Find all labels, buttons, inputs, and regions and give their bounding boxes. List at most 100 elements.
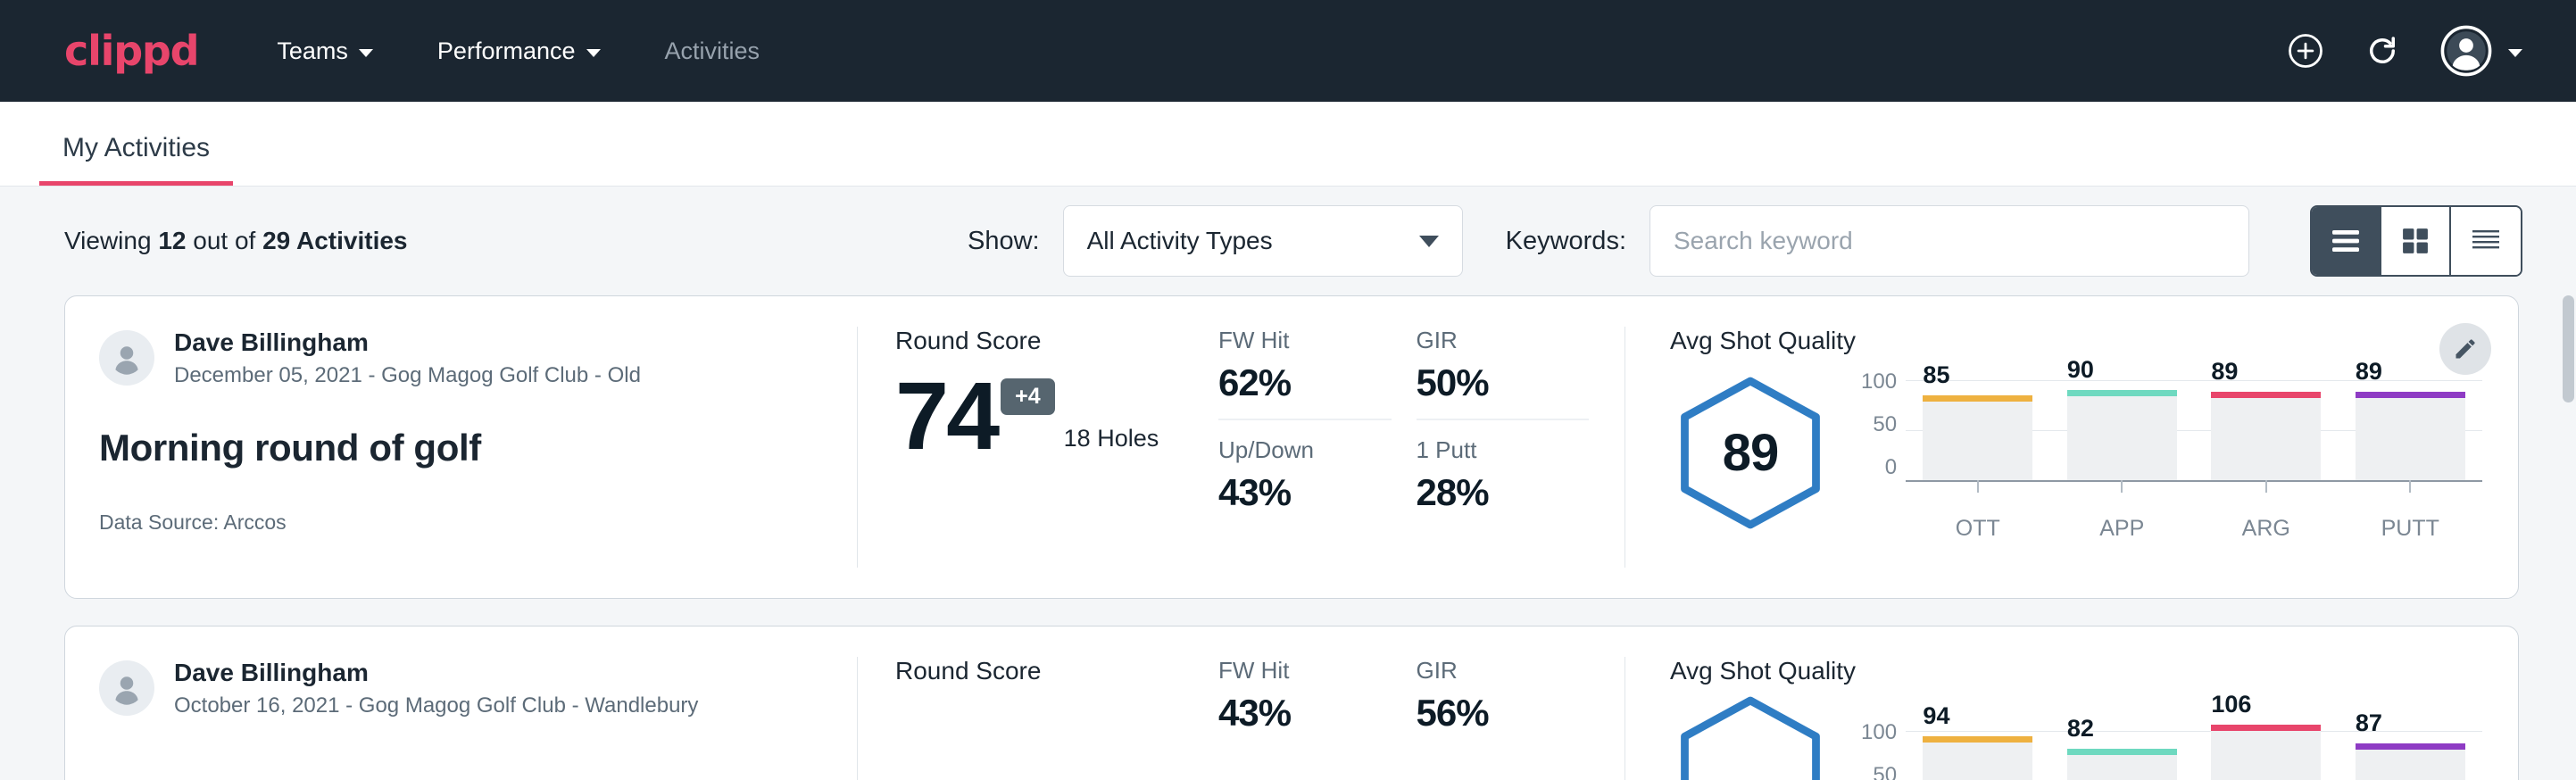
bar-ott-value: 85: [1923, 361, 1949, 389]
show-label: Show:: [968, 227, 1040, 256]
round-score-label: Round Score: [895, 327, 1197, 355]
tab-my-activities[interactable]: My Activities: [39, 133, 233, 186]
user-menu-button[interactable]: [2440, 25, 2522, 77]
viewing-total: 29 Activities: [262, 227, 407, 254]
stat-up-down: Up/Down 43%: [1218, 436, 1392, 528]
activity-person-name: Dave Billingham: [174, 327, 641, 358]
view-mode-compact-button[interactable]: [2451, 207, 2521, 275]
round-score-column: Round Score: [858, 657, 1215, 780]
stat-gir-value: 56%: [1417, 692, 1590, 734]
vertical-scrollbar[interactable]: [2561, 295, 2576, 780]
round-stats-grid: FW Hit 43% GIR 56%: [1218, 657, 1589, 749]
bar-arg-cap: [2211, 392, 2321, 398]
bar-ott-cap: [1923, 395, 2032, 402]
shot-quality-hexagon: 89: [1670, 375, 1831, 531]
chart-y-axis: 100 50 0: [1861, 369, 1906, 480]
bar-putt: 87: [2339, 720, 2482, 780]
shot-quality-chart: 100 50 0 94: [1861, 720, 2482, 780]
search-input[interactable]: [1649, 205, 2249, 277]
round-score-label: Round Score: [895, 657, 1197, 685]
chevron-down-icon: [2508, 49, 2522, 57]
stat-fw-hit-value: 43%: [1218, 692, 1392, 734]
viewing-summary: Viewing 12 out of 29 Activities: [64, 227, 408, 255]
shot-quality-chart: 100 50 0 85: [1861, 369, 2482, 542]
scrollbar-thumb[interactable]: [2563, 295, 2574, 402]
bar-arg: 89: [2194, 369, 2338, 480]
activity-type-select[interactable]: All Activity Types: [1063, 205, 1463, 277]
shot-quality-label: Avg Shot Quality: [1670, 657, 2482, 685]
view-mode-grid-button[interactable]: [2381, 207, 2451, 275]
nav-item-activities[interactable]: Activities: [658, 29, 768, 74]
x-label-putt: PUTT: [2339, 516, 2482, 542]
activity-person-meta: October 16, 2021 - Gog Magog Golf Club -…: [174, 692, 698, 719]
list-view-icon: [2330, 228, 2362, 254]
chevron-down-icon: [586, 49, 601, 57]
tick-app: [2121, 480, 2123, 493]
chart-y-axis: 100 50 0: [1861, 720, 1906, 780]
stat-gir: GIR 56%: [1417, 657, 1590, 749]
nav-item-performance[interactable]: Performance: [430, 29, 608, 74]
refresh-icon: [2364, 32, 2401, 70]
stat-fw-hit-value: 62%: [1218, 361, 1392, 404]
y-tick-50: 50: [1861, 412, 1897, 437]
activity-person-meta: December 05, 2021 - Gog Magog Golf Club …: [174, 361, 641, 389]
bar-app-cap: [2067, 749, 2177, 755]
shot-quality-body: 89 100 50 0: [1670, 364, 2482, 542]
view-mode-list-button[interactable]: [2312, 207, 2381, 275]
x-label-ott: OTT: [1906, 516, 2049, 542]
chart-bars: 94 82: [1906, 720, 2482, 780]
chart-x-labels: OTT APP ARG PUTT: [1906, 516, 2482, 542]
stat-fw-hit: FW Hit 43%: [1218, 657, 1392, 749]
bar-putt-cap: [2356, 743, 2465, 750]
activity-person: Dave Billingham October 16, 2021 - Gog M…: [99, 657, 827, 719]
stat-gir-label: GIR: [1417, 327, 1590, 354]
activity-person-name: Dave Billingham: [174, 657, 698, 688]
stat-fw-hit-label: FW Hit: [1218, 657, 1392, 685]
tick-ott: [1977, 480, 1979, 493]
stat-up-down-label: Up/Down: [1218, 436, 1392, 464]
app-logo[interactable]: clippd: [64, 27, 198, 75]
round-stats-column: FW Hit 62% GIR 50% Up/Down 43% 1 Putt 28…: [1215, 327, 1625, 568]
tick-arg: [2265, 480, 2267, 493]
activity-card[interactable]: Dave Billingham October 16, 2021 - Gog M…: [64, 626, 2519, 780]
viewing-prefix: Viewing: [64, 227, 158, 254]
user-avatar-icon: [2440, 25, 2492, 77]
stat-gir-value: 50%: [1417, 361, 1590, 404]
avatar: [99, 330, 154, 386]
bar-putt: 89: [2339, 369, 2482, 480]
bar-app-cap: [2067, 390, 2177, 396]
bar-putt-value: 87: [2356, 709, 2382, 737]
bar-app-value: 82: [2067, 715, 2094, 743]
viewing-mid: out of: [186, 227, 262, 254]
chevron-down-icon: [1419, 236, 1439, 247]
activity-title: Morning round of golf: [99, 427, 827, 469]
user-avatar-icon: [107, 668, 146, 708]
bar-ott-cap: [1923, 736, 2032, 743]
stat-one-putt-value: 28%: [1417, 471, 1590, 514]
nav-item-teams[interactable]: Teams: [270, 29, 380, 74]
activity-list-scroll-area[interactable]: Dave Billingham December 05, 2021 - Gog …: [0, 295, 2576, 780]
round-score-to-par-badge: +4: [1001, 378, 1055, 415]
bar-arg-cap: [2211, 725, 2321, 731]
filter-toolbar: Viewing 12 out of 29 Activities Show: Al…: [0, 187, 2576, 295]
x-label-arg: ARG: [2194, 516, 2338, 542]
refresh-button[interactable]: [2364, 32, 2401, 70]
stat-one-putt: 1 Putt 28%: [1417, 436, 1590, 528]
nav-item-performance-label: Performance: [437, 37, 576, 65]
add-activity-button[interactable]: [2287, 32, 2324, 70]
grid-view-icon: [2400, 226, 2431, 256]
shot-quality-label: Avg Shot Quality: [1670, 327, 2482, 355]
stat-gir-label: GIR: [1417, 657, 1590, 685]
y-tick-100: 100: [1861, 720, 1897, 745]
tick-putt: [2409, 480, 2411, 493]
user-avatar-icon: [107, 338, 146, 378]
tab-my-activities-label: My Activities: [62, 133, 210, 162]
shot-quality-column: Avg Shot Quality 89 100 50 0: [1625, 327, 2518, 568]
chevron-down-icon: [359, 49, 373, 57]
chart-bars: 85 90: [1906, 369, 2482, 480]
shot-quality-column: Avg Shot Quality 100 50 0: [1625, 657, 2518, 780]
activity-info-column: Dave Billingham October 16, 2021 - Gog M…: [65, 657, 858, 780]
top-navigation-bar: clippd Teams Performance Activities: [0, 0, 2576, 102]
edit-activity-button[interactable]: [2439, 323, 2491, 375]
activity-card[interactable]: Dave Billingham December 05, 2021 - Gog …: [64, 295, 2519, 599]
